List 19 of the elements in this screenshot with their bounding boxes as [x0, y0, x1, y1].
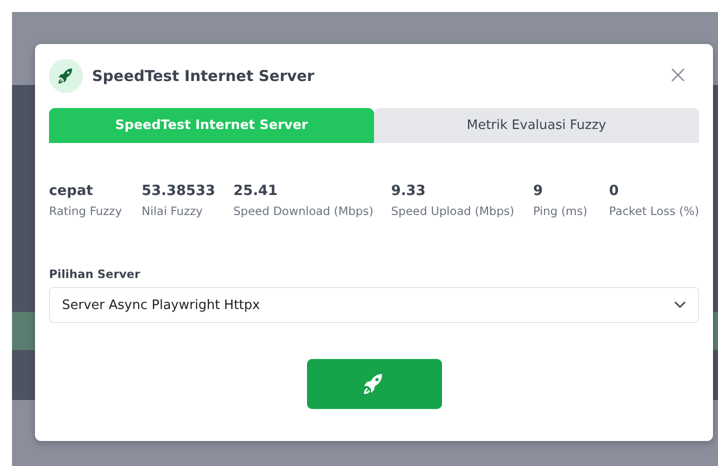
stat-label: Rating Fuzzy: [49, 204, 123, 218]
dialog-title: SpeedTest Internet Server: [92, 67, 316, 85]
stat-value: 9.33: [391, 183, 427, 199]
stat-label: Ping (ms): [533, 204, 588, 218]
server-dropdown[interactable]: Server Async Playwright Httpx: [49, 287, 699, 323]
start-test-button[interactable]: [306, 359, 442, 409]
stat-value: 0: [609, 183, 620, 199]
field-label: Pilihan Server: [49, 267, 142, 281]
rocket-icon: [49, 59, 83, 93]
tab[interactable]: Metrik Evaluasi Fuzzy: [374, 108, 699, 143]
stat-label: Packet Loss (%): [609, 204, 699, 218]
stat-label: Speed Upload (Mbps): [391, 204, 516, 218]
stat-value: cepat: [49, 183, 94, 199]
stat-value: 53.38533: [142, 183, 216, 199]
stat-label: Nilai Fuzzy: [142, 204, 204, 218]
stat-value: 25.41: [233, 183, 279, 199]
stat-value: 9: [533, 183, 544, 199]
stat-label: Speed Download (Mbps): [233, 204, 374, 218]
chevron-down-icon: [674, 301, 686, 309]
